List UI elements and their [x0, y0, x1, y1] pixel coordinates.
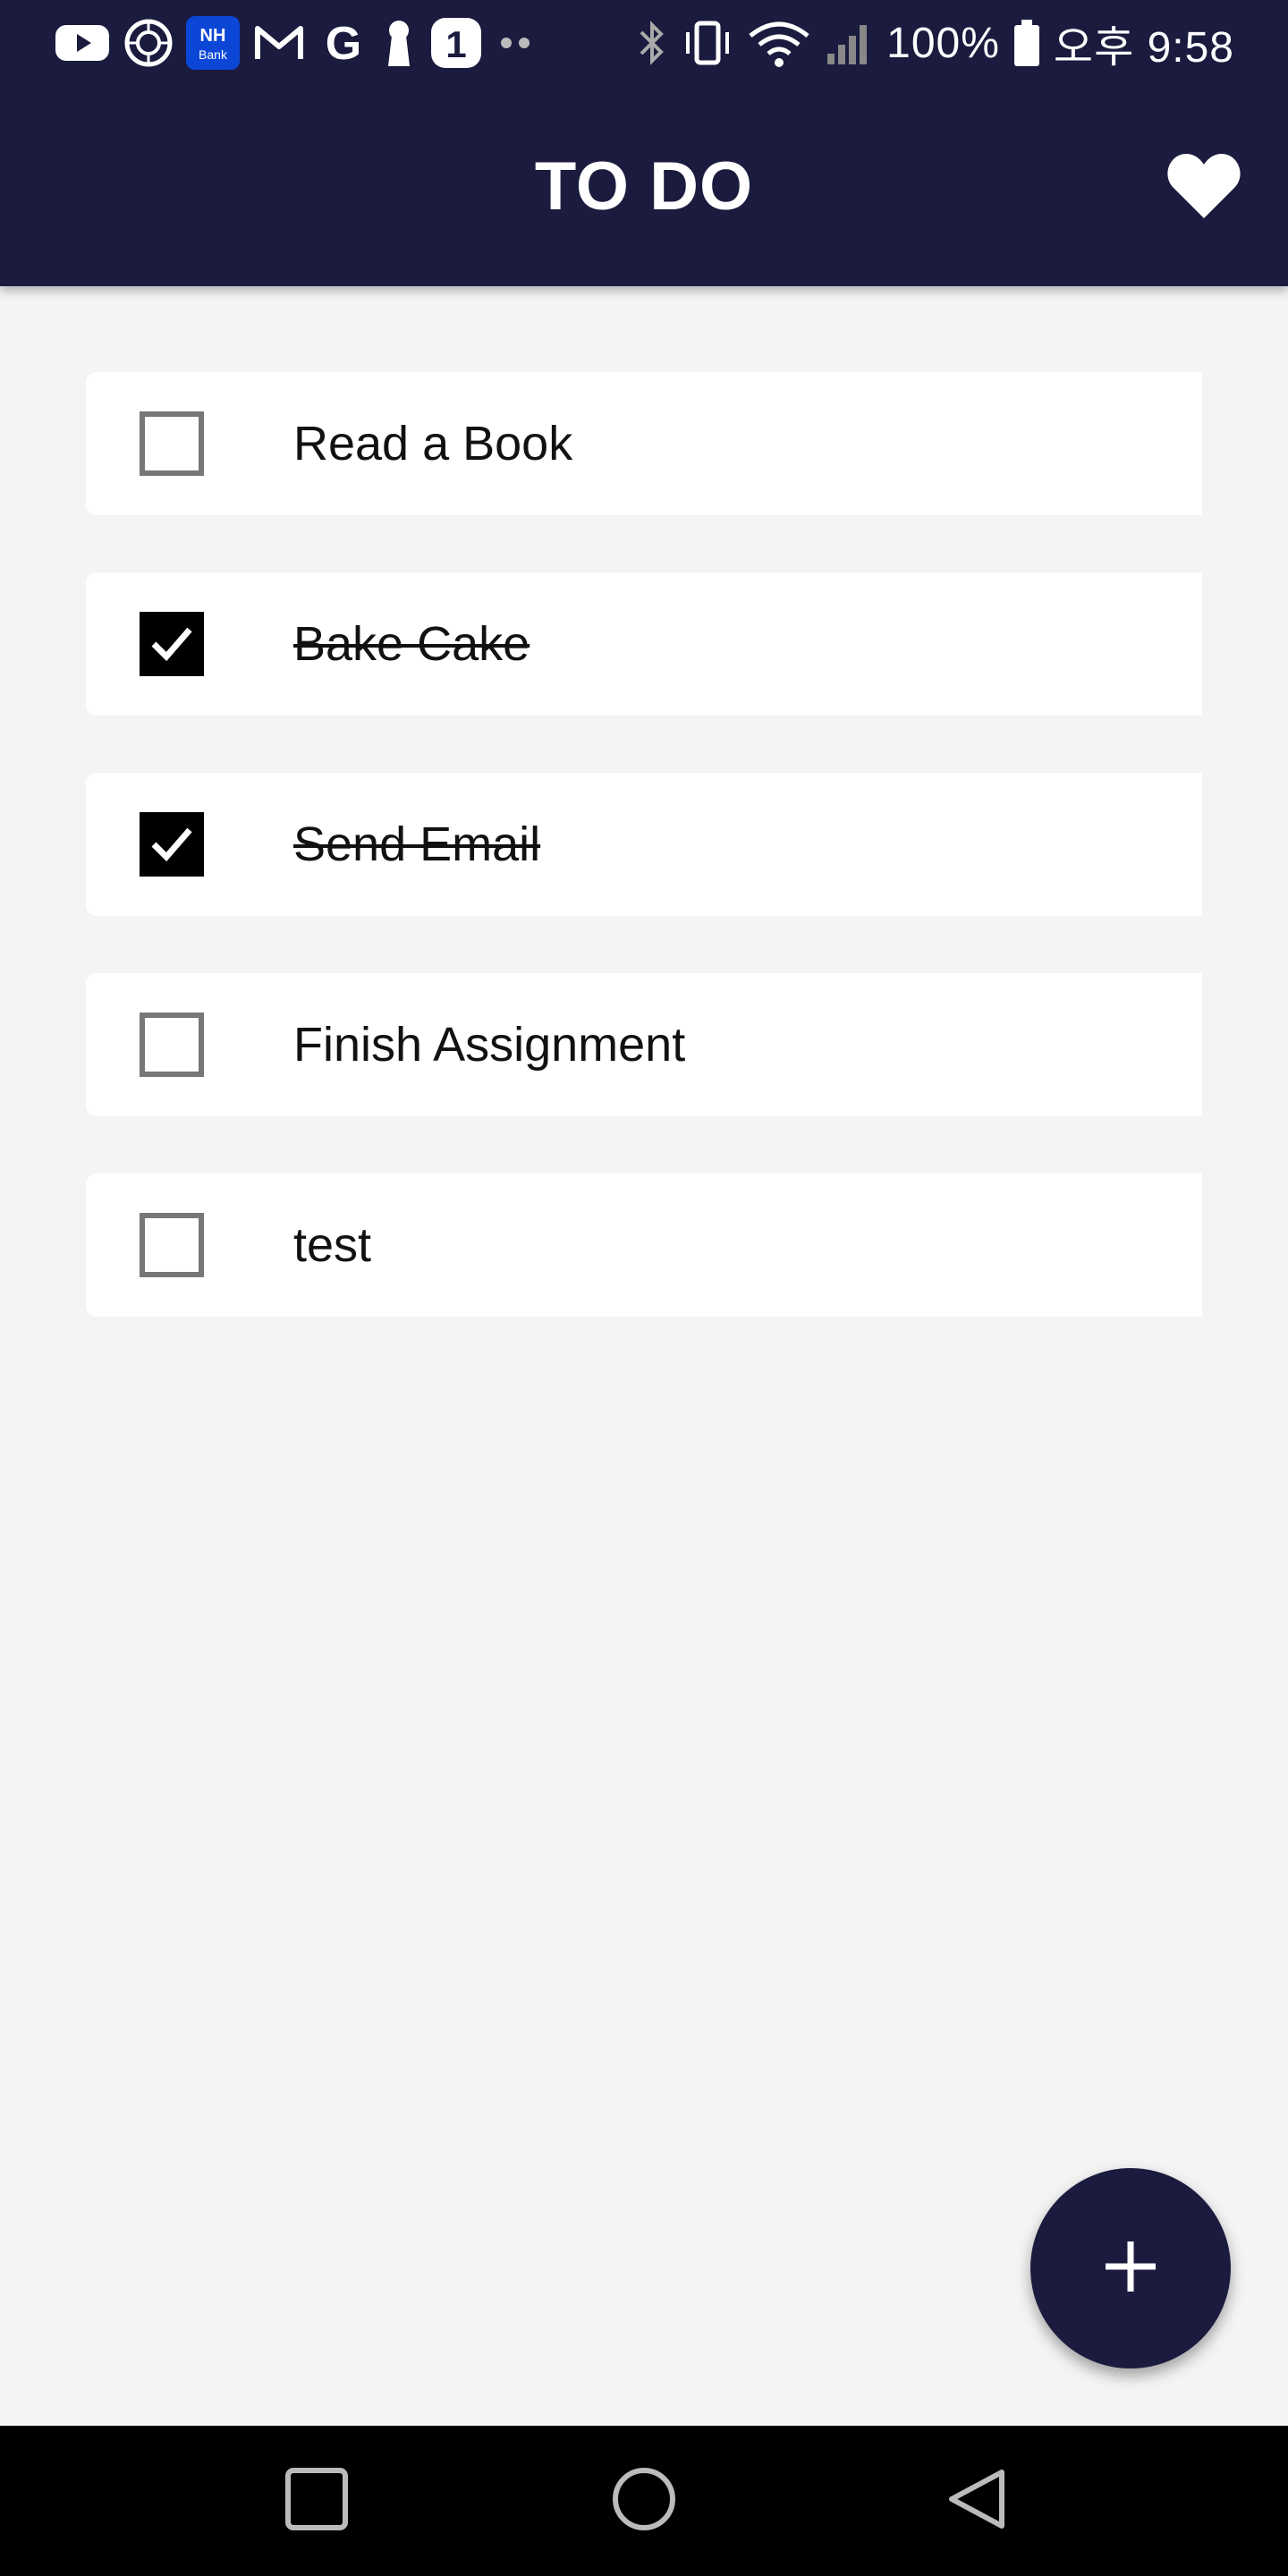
- youtube-icon: [54, 21, 111, 64]
- battery-percent: 100%: [886, 19, 1000, 67]
- todo-checkbox[interactable]: [140, 612, 204, 676]
- google-g-label: G: [326, 18, 361, 68]
- gmail-icon: [252, 21, 306, 64]
- checkmark-icon: [151, 827, 192, 862]
- todo-item-read-a-book[interactable]: Read a Book: [86, 372, 1202, 515]
- status-bar: NH Bank G 1 100% 오후 9:58: [0, 0, 1288, 86]
- signal-icon: [824, 18, 874, 68]
- favorites-button[interactable]: [1166, 150, 1241, 225]
- keyhole-icon: [381, 18, 417, 68]
- camera-lens-icon: [123, 18, 174, 68]
- back-triangle-icon: [945, 2467, 1009, 2536]
- page-title: TO DO: [534, 148, 754, 225]
- todo-label: Send Email: [293, 818, 541, 871]
- heart-icon: [1166, 152, 1241, 225]
- add-todo-button[interactable]: [1030, 2168, 1231, 2368]
- nh-bank-label-bottom: Bank: [199, 47, 228, 62]
- todo-label: test: [293, 1218, 372, 1272]
- recents-button[interactable]: [274, 2458, 360, 2544]
- nh-bank-label-top: NH: [200, 26, 226, 46]
- todo-checkbox[interactable]: [140, 1013, 204, 1077]
- back-button[interactable]: [934, 2458, 1020, 2544]
- home-button[interactable]: [601, 2458, 687, 2544]
- todo-checkbox[interactable]: [140, 1213, 204, 1277]
- recents-square-icon: [284, 2467, 349, 2536]
- vibrate-icon: [681, 18, 734, 68]
- navigation-bar: [0, 2426, 1288, 2576]
- todo-checkbox[interactable]: [140, 812, 204, 877]
- todo-list: Read a Book Bake Cake Send Email Finish …: [86, 372, 1202, 1374]
- one-app-label: 1: [445, 23, 466, 65]
- todo-item-test[interactable]: test: [86, 1174, 1202, 1317]
- todo-item-bake-cake[interactable]: Bake Cake: [86, 572, 1202, 716]
- system-status: 100% 오후 9:58: [636, 12, 1234, 74]
- battery-icon: [1013, 18, 1041, 68]
- todo-label: Read a Book: [293, 417, 573, 470]
- google-icon: G: [318, 18, 369, 68]
- todo-item-send-email[interactable]: Send Email: [86, 773, 1202, 916]
- nh-bank-icon: NH Bank: [186, 16, 240, 70]
- todo-checkbox[interactable]: [140, 411, 204, 476]
- app-bar: TO DO: [0, 86, 1288, 286]
- notification-icons: NH Bank G 1: [54, 16, 535, 70]
- app-screen: NH Bank G 1 100% 오후 9:58 TO DO Read a Bo…: [0, 0, 1288, 2576]
- todo-label: Bake Cake: [293, 617, 530, 671]
- more-dots-icon: [496, 34, 535, 52]
- todo-label: Finish Assignment: [293, 1018, 686, 1072]
- plus-icon: [1102, 2238, 1159, 2300]
- checkmark-icon: [151, 627, 192, 662]
- wifi-icon: [747, 18, 811, 68]
- todo-item-finish-assignment[interactable]: Finish Assignment: [86, 973, 1202, 1116]
- status-time: 오후 9:58: [1053, 24, 1234, 72]
- bluetooth-icon: [636, 18, 668, 68]
- home-circle-icon: [612, 2467, 676, 2536]
- one-app-icon: 1: [429, 16, 483, 70]
